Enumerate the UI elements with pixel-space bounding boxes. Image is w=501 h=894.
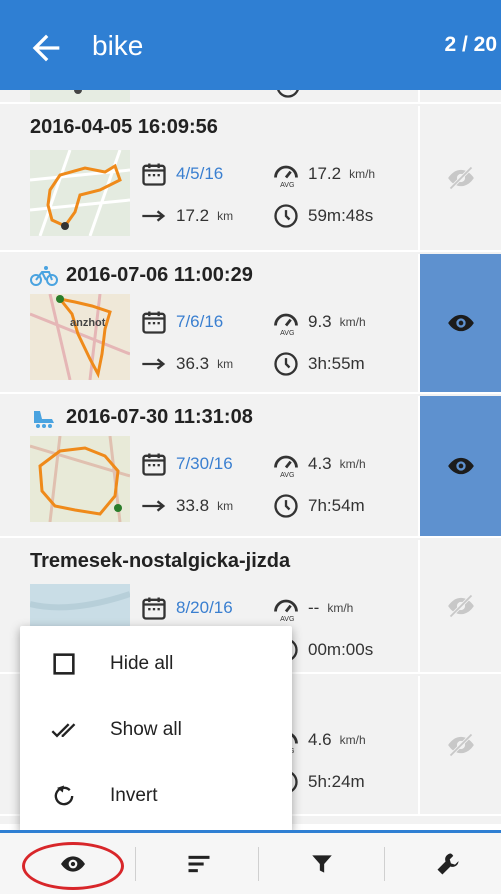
bicycle-icon	[30, 265, 58, 286]
calendar-icon	[142, 311, 166, 334]
track-avg-speed: 9.3	[308, 312, 332, 331]
back-arrow-icon[interactable]	[26, 28, 66, 68]
visibility-toggle[interactable]	[418, 106, 501, 250]
eye-icon	[447, 457, 474, 475]
track-avg-speed: 4.3	[308, 454, 332, 473]
eye-off-icon	[447, 166, 474, 190]
track-avg-speed: 17.2	[308, 164, 342, 183]
tools-button[interactable]	[385, 833, 501, 894]
filter-button[interactable]	[259, 833, 384, 894]
visibility-toggle[interactable]	[418, 254, 501, 392]
wrench-icon	[437, 853, 458, 874]
track-title: Tremesek-nostalgicka-jizda	[30, 550, 291, 572]
track-avg-speed: --	[308, 598, 320, 617]
avg-speed-icon: AVG	[274, 165, 298, 188]
invert-icon	[54, 785, 74, 806]
clock-icon	[274, 494, 298, 518]
track-row[interactable]: 2016-04-05 16:09:56 4/5/16 AVG 17.2 km/h	[0, 106, 501, 252]
avg-speed-icon: AVG	[274, 599, 298, 622]
filter-icon	[311, 854, 332, 873]
menu-item-hide-all[interactable]: Hide all	[20, 630, 292, 698]
sort-icon	[188, 855, 209, 872]
svg-text:AVG: AVG	[280, 330, 294, 336]
avg-speed-icon: AVG	[274, 313, 298, 336]
svg-text:AVG: AVG	[280, 616, 294, 622]
track-duration: 7h:54m	[308, 496, 365, 515]
track-distance: 36.3	[176, 354, 210, 373]
sort-button[interactable]	[136, 833, 261, 894]
track-date: 7/30/16	[176, 454, 233, 473]
svg-text:AVG: AVG	[280, 472, 294, 478]
track-title: 2016-07-06 11:00:29	[30, 264, 253, 287]
bottom-toolbar	[0, 830, 501, 894]
page-counter: 2 / 20	[444, 33, 497, 56]
clock-icon	[277, 90, 299, 98]
visibility-toggle[interactable]	[418, 90, 501, 102]
track-map-thumbnail	[30, 90, 130, 102]
track-duration: 59m:48s	[308, 206, 374, 225]
track-map-thumbnail: anzhot	[30, 294, 130, 380]
distance-arrow-icon	[142, 210, 166, 222]
svg-text:anzhot: anzhot	[70, 317, 106, 329]
calendar-icon	[142, 163, 166, 186]
track-map-thumbnail	[30, 436, 130, 522]
track-row[interactable]	[0, 90, 501, 104]
track-row[interactable]: 2016-07-30 11:31:08 7/30/16 AVG 4.3 km/h	[0, 396, 501, 538]
track-duration: 3h:55m	[308, 354, 365, 373]
track-date: 8/20/16	[176, 598, 233, 617]
menu-item-invert[interactable]: Invert	[20, 762, 292, 830]
double-check-icon	[51, 723, 76, 738]
eye-icon	[447, 314, 474, 332]
visibility-popup-menu: Hide all Show all Invert	[20, 626, 292, 832]
track-duration: 5h:24m	[308, 772, 365, 791]
clock-icon	[274, 352, 298, 376]
avg-speed-icon: AVG	[274, 455, 298, 478]
track-map-thumbnail	[30, 150, 130, 236]
checkbox-blank-icon	[53, 653, 75, 675]
visibility-toggle[interactable]	[418, 540, 501, 672]
track-avg-speed: 4.6	[308, 730, 332, 749]
visibility-toggle[interactable]	[418, 676, 501, 814]
track-title: 2016-04-05 16:09:56	[30, 116, 218, 138]
track-duration: 00m:00s	[308, 640, 374, 659]
skate-icon	[34, 410, 54, 428]
track-distance: 33.8	[176, 496, 210, 515]
visibility-toggle[interactable]	[418, 396, 501, 536]
menu-item-show-all[interactable]: Show all	[20, 696, 292, 764]
svg-text:AVG: AVG	[280, 182, 294, 188]
track-distance: 17.2	[176, 206, 210, 225]
clock-icon	[274, 204, 298, 228]
calendar-icon	[142, 597, 166, 620]
app-bar: bike 2 / 20	[0, 0, 501, 90]
page-title: bike	[92, 30, 144, 61]
track-row[interactable]: 2016-07-06 11:00:29 anzhot 7/6/16 AVG 9.…	[0, 254, 501, 394]
track-date: 4/5/16	[176, 164, 224, 183]
track-date: 7/6/16	[176, 312, 224, 331]
track-title: 2016-07-30 11:31:08	[30, 406, 253, 429]
eye-off-icon	[447, 733, 474, 757]
calendar-icon	[142, 453, 166, 476]
distance-arrow-icon	[142, 500, 166, 512]
distance-arrow-icon	[142, 358, 166, 370]
eye-off-icon	[447, 594, 474, 618]
highlight-circle	[22, 842, 124, 890]
